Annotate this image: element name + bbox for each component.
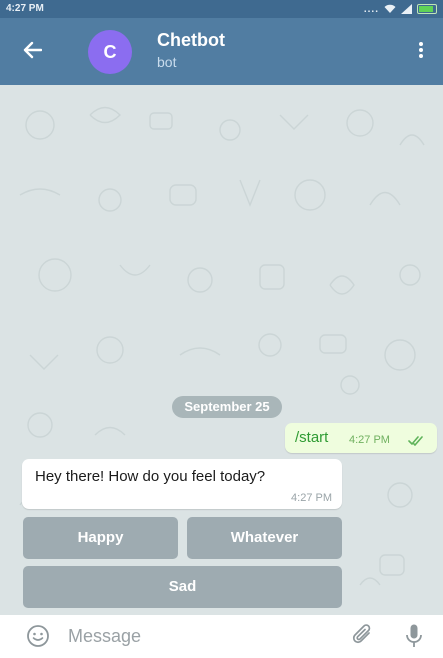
message-time: 4:27 PM xyxy=(349,434,390,446)
message-time: 4:27 PM xyxy=(291,492,332,504)
chat-header: C Chetbot bot xyxy=(0,18,443,85)
message-text: Hey there! How do you feel today? xyxy=(35,468,266,485)
signal-icon xyxy=(401,4,412,14)
more-vertical-icon xyxy=(418,41,424,64)
attach-icon[interactable] xyxy=(352,624,374,653)
back-button[interactable] xyxy=(18,38,46,66)
double-check-icon xyxy=(408,433,424,451)
status-time: 4:27 PM xyxy=(6,3,44,14)
emoji-icon[interactable] xyxy=(26,624,50,653)
wifi-icon xyxy=(384,4,396,14)
keyboard-button-sad[interactable]: Sad xyxy=(23,566,342,608)
chat-area[interactable]: September 25 /start 4:27 PM Hey there! H… xyxy=(0,85,443,615)
keyboard-button-whatever[interactable]: Whatever xyxy=(187,517,342,559)
message-text: /start xyxy=(295,429,329,446)
incoming-message[interactable]: Hey there! How do you feel today? 4:27 P… xyxy=(22,459,342,509)
chat-title[interactable]: Chetbot xyxy=(157,30,225,51)
keyboard-button-happy[interactable]: Happy xyxy=(23,517,178,559)
status-icons: .... xyxy=(364,2,437,16)
status-indicators: .... xyxy=(363,3,379,15)
mic-icon[interactable] xyxy=(405,623,423,654)
avatar-letter: C xyxy=(103,41,117,62)
date-label: September 25 xyxy=(172,396,282,418)
arrow-left-icon xyxy=(22,41,43,64)
status-bar: 4:27 PM .... xyxy=(0,0,443,18)
menu-button[interactable] xyxy=(407,38,435,66)
message-composer xyxy=(0,615,443,658)
chat-subtitle: bot xyxy=(157,54,177,70)
avatar[interactable]: C xyxy=(88,30,132,74)
battery-icon xyxy=(417,4,437,14)
message-input[interactable] xyxy=(68,622,328,650)
outgoing-message[interactable]: /start 4:27 PM xyxy=(285,423,437,453)
